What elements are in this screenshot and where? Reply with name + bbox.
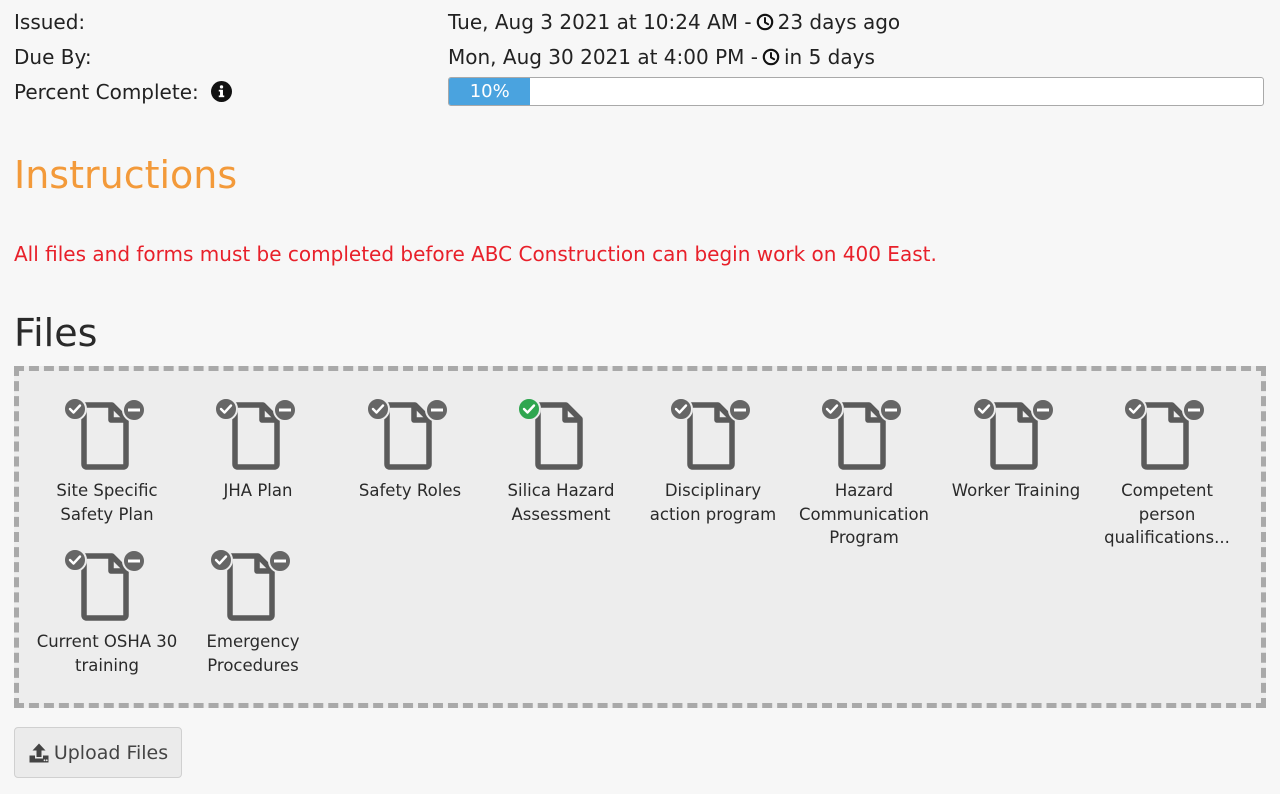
progress-fill: 10% [449,78,531,105]
files-heading: Files [14,311,98,355]
complete-badge-icon [517,397,541,421]
remove-icon[interactable] [1031,398,1055,422]
file-name: Worker Training [951,481,1081,500]
remove-icon[interactable] [1182,398,1206,422]
file-item[interactable]: JHA Plan [185,396,331,503]
pending-badge-icon [669,397,693,421]
remove-icon[interactable] [122,549,146,573]
upload-icon [29,743,49,762]
percent-complete-label: Percent Complete: [14,80,199,104]
issued-value: Tue, Aug 3 2021 at 10:24 AM - 23 days ag… [448,8,900,36]
file-name: Disciplinary action program [649,481,777,524]
remove-icon[interactable] [728,398,752,422]
file-name: Hazard Communication Program [798,481,930,547]
due-by-value: Mon, Aug 30 2021 at 4:00 PM - in 5 days [448,43,875,71]
instructions-text: All files and forms must be completed be… [14,242,937,266]
remove-icon[interactable] [273,398,297,422]
instructions-heading: Instructions [14,153,238,197]
info-icon[interactable] [211,81,233,102]
file-item[interactable]: Disciplinary action program [640,396,786,526]
file-item[interactable]: Current OSHA 30 training [34,547,180,677]
file-item[interactable]: Competent person qualifications... [1094,396,1240,550]
progress-bar: 10% [448,77,1264,106]
pending-badge-icon [820,397,844,421]
file-name: Site Specific Safety Plan [56,481,158,524]
pending-badge-icon [1123,397,1147,421]
file-name: Emergency Procedures [206,632,300,675]
file-item[interactable]: Site Specific Safety Plan [34,396,180,526]
due-by-date: Mon, Aug 30 2021 at 4:00 PM - [448,45,758,69]
remove-icon[interactable] [268,549,292,573]
file-name: Safety Roles [358,481,462,500]
remove-icon[interactable] [122,398,146,422]
remove-icon[interactable] [425,398,449,422]
file-item[interactable]: Hazard Communication Program [791,396,937,550]
due-by-relative: in 5 days [783,45,875,69]
pending-badge-icon [214,397,238,421]
file-name: Competent person qualifications... [1104,481,1230,547]
issued-relative: 23 days ago [777,10,901,34]
file-item[interactable]: Emergency Procedures [180,547,326,677]
remove-icon[interactable] [879,398,903,422]
file-dropzone[interactable]: Site Specific Safety Plan JHA Plan Safet… [14,366,1266,708]
file-name: JHA Plan [223,481,293,500]
pending-badge-icon [366,397,390,421]
file-item[interactable]: Worker Training [943,396,1089,503]
file-item[interactable]: Safety Roles [337,396,483,503]
due-by-label: Due By: [14,45,92,69]
file-item[interactable]: Silica Hazard Assessment [488,396,634,526]
pending-badge-icon [63,548,87,572]
clock-icon [756,13,773,31]
file-name: Silica Hazard Assessment [507,481,615,524]
issued-label: Issued: [14,10,86,34]
pending-badge-icon [209,548,233,572]
file-name: Current OSHA 30 training [36,632,178,675]
clock-icon [762,48,780,66]
pending-badge-icon [972,397,996,421]
issued-date: Tue, Aug 3 2021 at 10:24 AM - [448,10,752,34]
percent-complete-label-row: Percent Complete: [14,78,233,106]
upload-files-label: Upload Files [53,741,169,764]
upload-files-button[interactable]: Upload Files [14,727,182,778]
